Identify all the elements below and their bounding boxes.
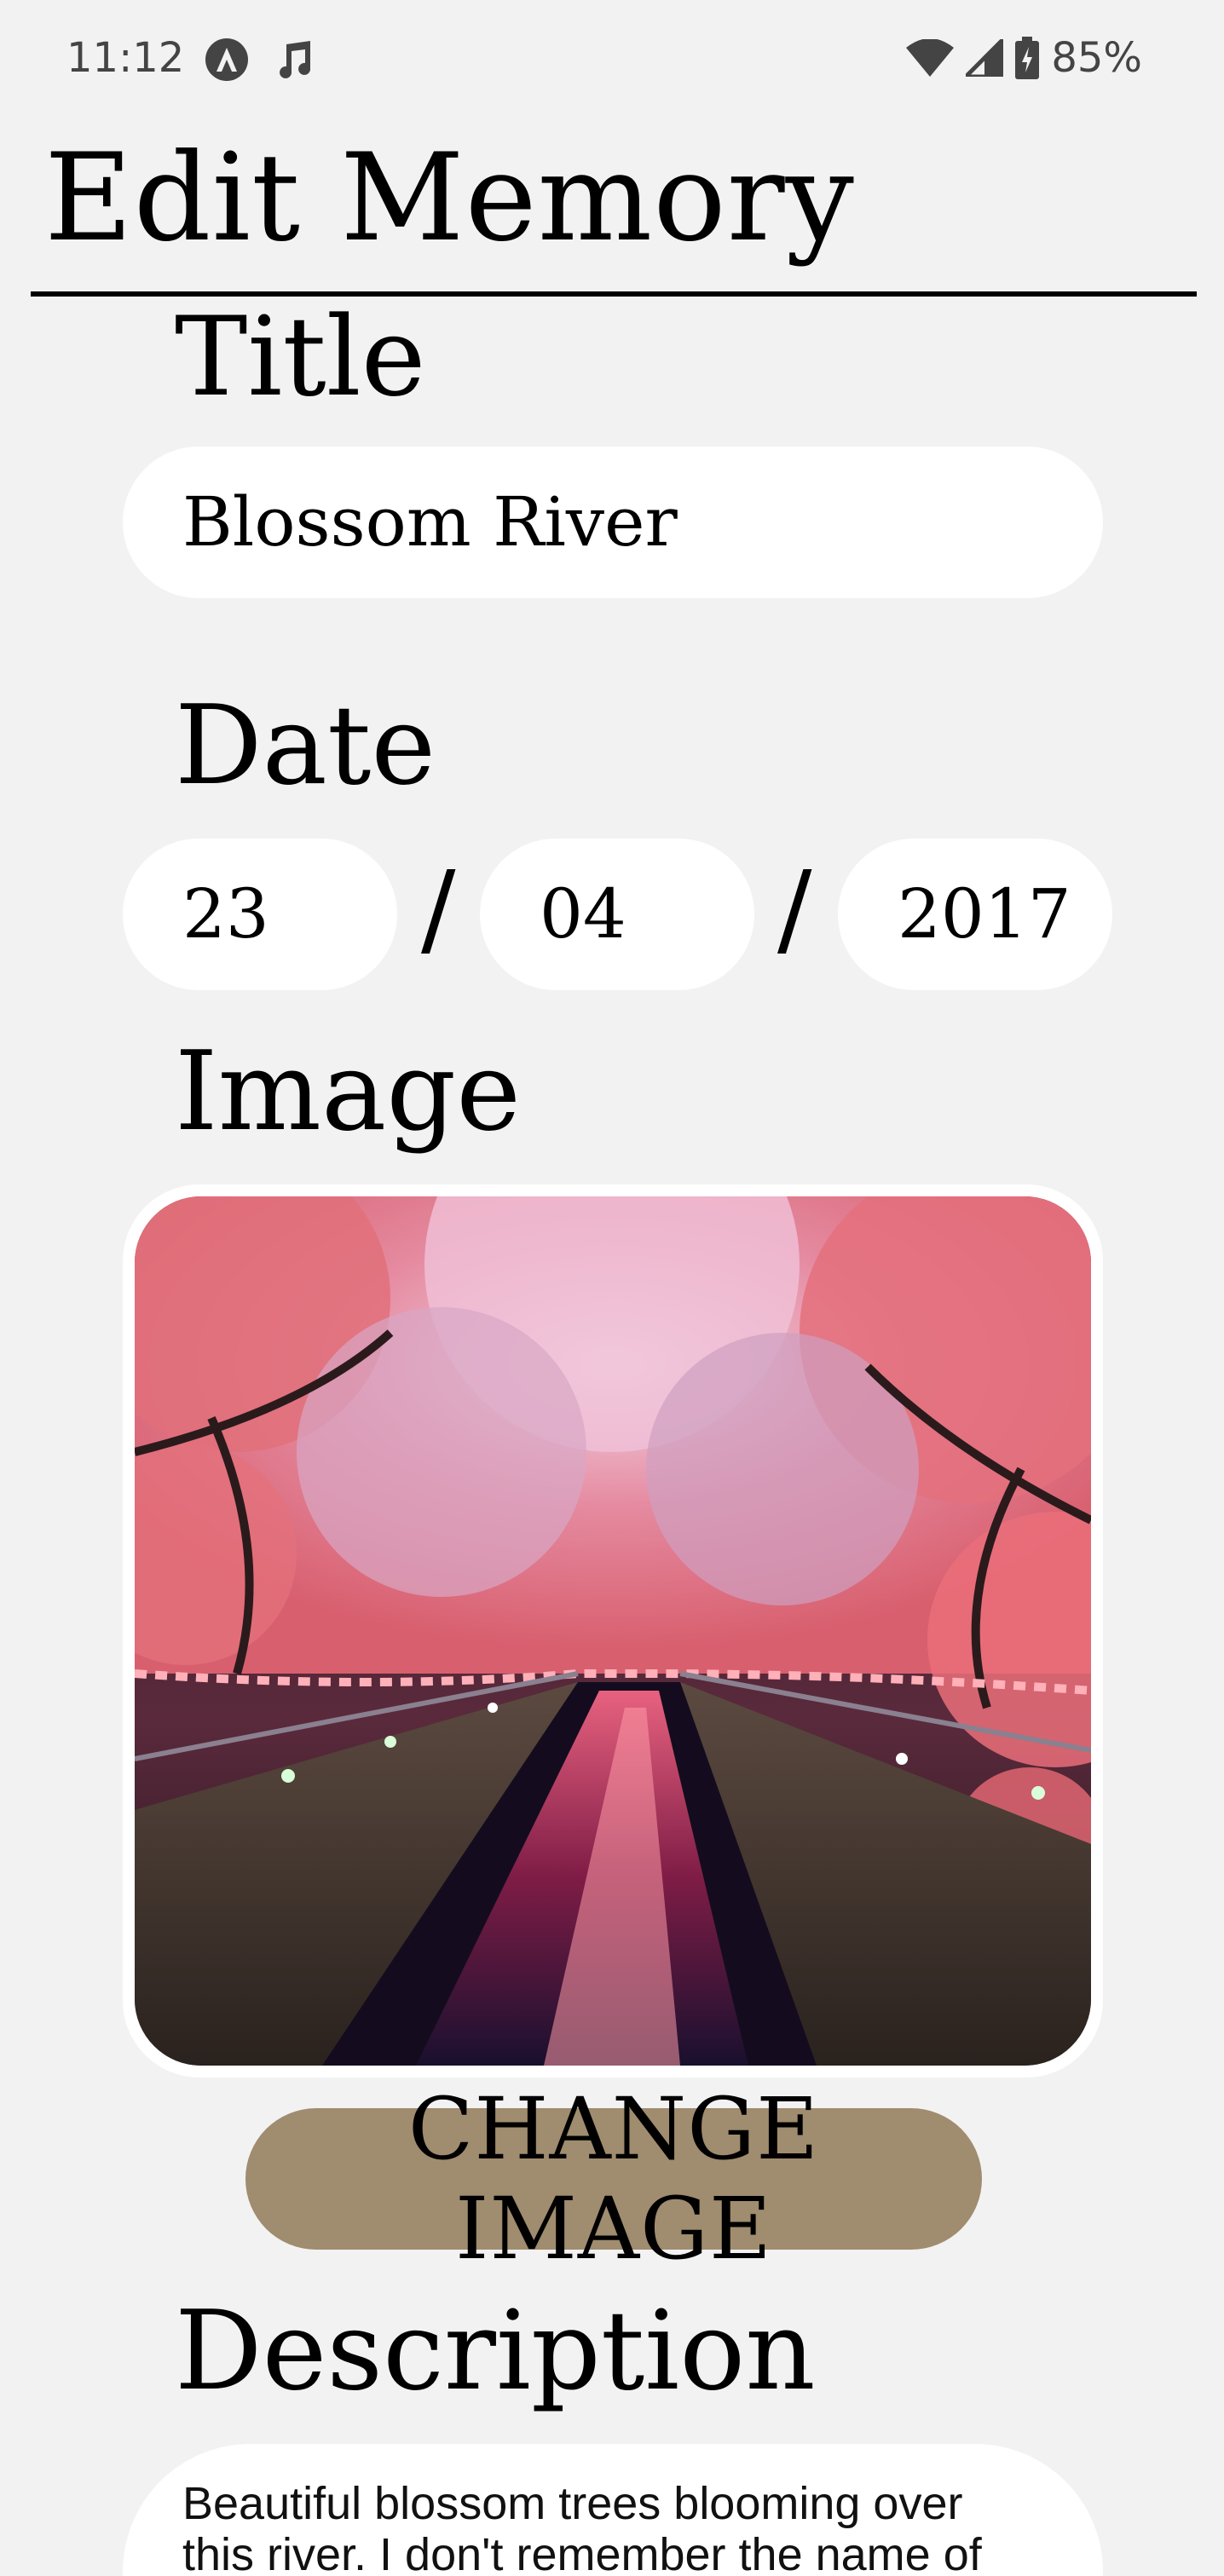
battery-charging-icon bbox=[1015, 37, 1040, 79]
title-field[interactable]: Blossom River bbox=[123, 447, 1103, 598]
wifi-icon bbox=[906, 39, 955, 77]
month-value: 04 bbox=[540, 874, 626, 954]
year-value: 2017 bbox=[898, 874, 1071, 954]
day-value: 23 bbox=[182, 874, 269, 954]
memory-image bbox=[135, 1196, 1091, 2066]
music-note-icon bbox=[273, 37, 317, 82]
cell-signal-icon bbox=[966, 39, 1004, 77]
status-time: 11:12 bbox=[66, 34, 185, 82]
description-value: Beautiful blossom trees blooming over th… bbox=[182, 2478, 982, 2576]
description-label: Description bbox=[175, 2288, 816, 2415]
description-field[interactable]: Beautiful blossom trees blooming over th… bbox=[123, 2444, 1103, 2576]
date-label: Date bbox=[175, 683, 436, 810]
page-title: Edit Memory bbox=[44, 128, 855, 268]
status-right-cluster: 85% bbox=[906, 34, 1142, 82]
android-auto-icon bbox=[205, 37, 249, 82]
year-field[interactable]: 2017 bbox=[838, 838, 1112, 990]
status-bar: 11:12 85% bbox=[0, 0, 1224, 119]
date-separator: / bbox=[421, 850, 456, 969]
image-label: Image bbox=[175, 1029, 521, 1155]
memory-image-frame bbox=[123, 1184, 1103, 2078]
month-field[interactable]: 04 bbox=[480, 838, 754, 990]
title-label: Title bbox=[175, 294, 426, 421]
title-field-value: Blossom River bbox=[182, 482, 678, 562]
day-field[interactable]: 23 bbox=[123, 838, 397, 990]
date-separator: / bbox=[777, 850, 812, 969]
change-image-button[interactable]: CHANGE IMAGE bbox=[245, 2079, 982, 2279]
battery-percent: 85% bbox=[1051, 34, 1142, 82]
